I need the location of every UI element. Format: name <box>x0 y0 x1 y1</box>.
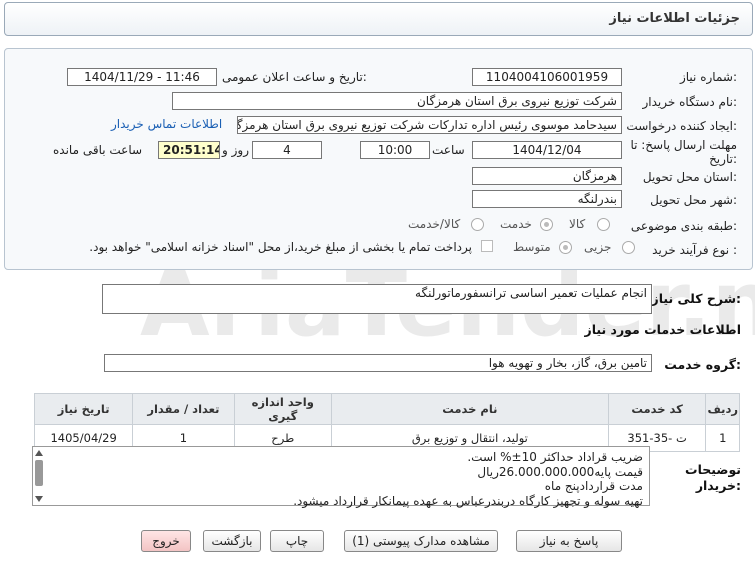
title-bar: جزئیات اطلاعات نیاز <box>0 0 755 40</box>
textarea-scrollbar[interactable] <box>34 448 44 504</box>
city-field: بندرلنگه <box>472 190 622 208</box>
need-number-field: 1104004106001959 <box>472 68 622 86</box>
services-info-title: اطلاعات خدمات مورد نیاز <box>584 322 742 337</box>
print-button[interactable]: چاپ <box>270 530 324 552</box>
col-header-code: کد خدمت <box>607 393 707 425</box>
requester-label: ایجاد کننده درخواست: <box>626 119 737 133</box>
requester-field: سیدحامد موسوی رئیس اداره تدارکات شرکت تو… <box>237 116 622 134</box>
days-field: 4 <box>252 141 322 159</box>
process-radio-medium[interactable] <box>559 241 572 254</box>
remaining-time-field: 20:51:14 <box>158 141 220 159</box>
attachments-button[interactable]: مشاهده مدارک پیوستی (1) <box>344 530 498 552</box>
service-group-label: گروه خدمت: <box>664 357 741 372</box>
province-field: هرمزگان <box>472 167 622 185</box>
treasury-checkbox[interactable] <box>481 240 493 252</box>
announce-field: 1404/11/29 - 11:46 <box>67 68 217 86</box>
cell-row: 1 <box>705 424 740 452</box>
deadline-time-field: 10:00 <box>360 141 430 159</box>
deadline-time-label: ساعت <box>432 143 465 157</box>
category-radio-service[interactable] <box>540 218 553 231</box>
col-header-name: نام خدمت <box>330 393 609 425</box>
buyer-note-line: تهیه سوله و تجهیز کارگاه دربندرعباس به ع… <box>293 493 643 508</box>
buyer-notes-label: توضیحات خریدار: <box>685 462 741 493</box>
scroll-up-icon <box>35 450 43 456</box>
buyer-note-line: قیمت پایه26.000.000.000ریال <box>477 464 643 479</box>
deadline-label: مهلت ارسال پاسخ: تا تاریخ: <box>630 138 737 166</box>
process-radio-minor[interactable] <box>622 241 635 254</box>
contact-info-link[interactable]: اطلاعات تماس خریدار <box>111 117 222 131</box>
services-table: ردیف کد خدمت نام خدمت واحد اندازه گیری ت… <box>33 393 740 452</box>
col-header-row: ردیف <box>705 393 740 425</box>
process-label: نوع فرآیند خرید : <box>652 243 737 257</box>
category-label: طبقه بندی موضوعی: <box>630 219 737 233</box>
buyer-note-line: ضریب قراداد حداکثر 10±% است. <box>467 450 643 464</box>
category-radio-goods-service[interactable] <box>471 218 484 231</box>
announce-label: تاریخ و ساعت اعلان عمومی: <box>222 70 367 84</box>
buyer-note-line: مدت قراردادپنج ماه <box>544 479 643 493</box>
service-group-field: تامین برق، گاز، بخار و تهویه هوا <box>104 354 652 372</box>
col-header-unit: واحد اندازه گیری <box>233 393 332 425</box>
payment-note: پرداخت تمام یا بخشی از مبلغ خرید،از محل … <box>89 240 472 254</box>
reply-button[interactable]: پاسخ به نیاز <box>516 530 622 552</box>
days-label: روز و <box>222 143 249 157</box>
general-desc-label: شرح کلی نیاز: <box>651 291 742 306</box>
exit-button[interactable]: خروج <box>141 530 191 552</box>
category-radio-goods[interactable] <box>597 218 610 231</box>
general-desc-field: انجام عملیات تعمیر اساسی ترانسفورماتورلن… <box>102 284 652 314</box>
category-option-goods-service: کالا/خدمت <box>408 217 461 231</box>
page-title: جزئیات اطلاعات نیاز <box>609 11 740 26</box>
buyer-org-label: نام دستگاه خریدار: <box>642 95 738 109</box>
col-header-date: تاریخ نیاز <box>33 393 134 425</box>
deadline-date-field: 1404/12/04 <box>472 141 622 159</box>
buyer-notes-textarea[interactable]: ضریب قراداد حداکثر 10±% است. قیمت پایه26… <box>32 446 650 508</box>
process-option-medium: متوسط <box>513 240 551 254</box>
city-label: شهر محل تحویل: <box>650 193 737 207</box>
need-number-label: شماره نیاز: <box>679 70 737 84</box>
province-label: استان محل تحویل: <box>642 170 737 184</box>
category-option-goods: کالا <box>569 217 586 231</box>
scroll-thumb <box>35 460 43 486</box>
col-header-qty: تعداد / مقدار <box>132 393 235 425</box>
scroll-down-icon <box>35 496 43 502</box>
back-button[interactable]: بازگشت <box>203 530 261 552</box>
process-option-minor: جزیی <box>584 240 612 254</box>
buyer-org-field: شرکت توزیع نیروی برق استان هرمزگان <box>172 92 622 110</box>
remaining-label: ساعت باقی مانده <box>53 143 143 157</box>
category-option-service: خدمت <box>500 217 532 231</box>
